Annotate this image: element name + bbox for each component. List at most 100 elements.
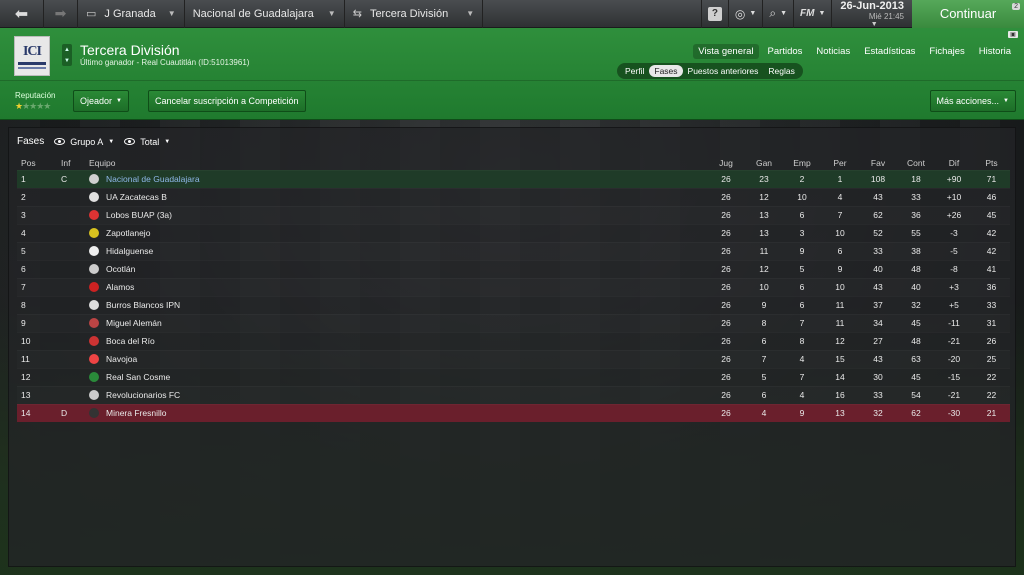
back-button[interactable]: ⬅ bbox=[0, 0, 44, 28]
team-name[interactable]: Revolucionarios FC bbox=[106, 390, 180, 400]
team-name-cell[interactable]: Miguel Alemán bbox=[85, 314, 707, 332]
cell-emp: 6 bbox=[783, 206, 821, 224]
cell-pos: 12 bbox=[17, 368, 57, 386]
cell-pos: 7 bbox=[17, 278, 57, 296]
team-crest-icon bbox=[89, 264, 99, 274]
team-name[interactable]: Zapotlanejo bbox=[106, 228, 150, 238]
cell-emp: 7 bbox=[783, 368, 821, 386]
column-header[interactable]: Jug bbox=[707, 156, 745, 170]
table-row[interactable]: 10 Boca del Río 26 6 8 12 27 48 -21 26 bbox=[17, 332, 1010, 350]
team-name[interactable]: Lobos BUAP (3a) bbox=[106, 210, 172, 220]
column-header[interactable]: Per bbox=[821, 156, 859, 170]
breadcrumb-club[interactable]: Nacional de Guadalajara ▼ bbox=[185, 0, 345, 28]
continue-button[interactable]: Continuar 2 bbox=[912, 0, 1024, 28]
column-header[interactable]: Fav bbox=[859, 156, 897, 170]
table-row[interactable]: 2 UA Zacatecas B 26 12 10 4 43 33 +10 46 bbox=[17, 188, 1010, 206]
team-name[interactable]: Nacional de Guadalajara bbox=[106, 174, 200, 184]
cell-pos: 11 bbox=[17, 350, 57, 368]
column-header[interactable]: Cont bbox=[897, 156, 935, 170]
fm-menu-button[interactable]: FM ▼ bbox=[793, 0, 831, 28]
breadcrumb-manager[interactable]: ▭ J Granada ▼ bbox=[78, 0, 185, 28]
team-name[interactable]: Real San Cosme bbox=[106, 372, 170, 382]
team-name-cell[interactable]: Nacional de Guadalajara bbox=[85, 170, 707, 188]
table-row[interactable]: 4 Zapotlanejo 26 13 3 10 52 55 -3 42 bbox=[17, 224, 1010, 242]
table-row[interactable]: 9 Miguel Alemán 26 8 7 11 34 45 -11 31 bbox=[17, 314, 1010, 332]
cell-pts: 26 bbox=[973, 332, 1010, 350]
team-name[interactable]: Boca del Río bbox=[106, 336, 155, 346]
column-header[interactable]: Pos bbox=[17, 156, 57, 170]
team-name-cell[interactable]: Lobos BUAP (3a) bbox=[85, 206, 707, 224]
column-header[interactable]: Inf bbox=[57, 156, 85, 170]
cell-fav: 62 bbox=[859, 206, 897, 224]
tab-partidos[interactable]: Partidos bbox=[763, 44, 808, 59]
table-row[interactable]: 5 Hidalguense 26 11 9 6 33 38 -5 42 bbox=[17, 242, 1010, 260]
column-header[interactable]: Dif bbox=[935, 156, 973, 170]
team-name-cell[interactable]: Zapotlanejo bbox=[85, 224, 707, 242]
cell-dif: +3 bbox=[935, 278, 973, 296]
search-button[interactable]: ⌕ ▼ bbox=[762, 0, 793, 28]
continue-badge: 2 bbox=[1012, 2, 1020, 10]
tab-historia[interactable]: Historia bbox=[974, 44, 1016, 59]
subtab-perfil[interactable]: Perfil bbox=[620, 65, 649, 77]
more-actions-button[interactable]: Más acciones... ▼ bbox=[929, 90, 1016, 112]
team-name[interactable]: Ocotlán bbox=[106, 264, 135, 274]
cancel-subscription-button[interactable]: Cancelar suscripción a Competición bbox=[148, 90, 306, 112]
date-display[interactable]: 26-Jun-2013 Mié 21:45 ▼ bbox=[831, 0, 912, 28]
globe-button[interactable]: ◎ ▼ bbox=[727, 0, 762, 28]
help-button[interactable]: ? bbox=[700, 0, 728, 28]
table-row[interactable]: 7 Alamos 26 10 6 10 43 40 +3 36 bbox=[17, 278, 1010, 296]
team-name-cell[interactable]: Minera Fresnillo bbox=[85, 404, 707, 422]
table-row[interactable]: 6 Ocotlán 26 12 5 9 40 48 -8 41 bbox=[17, 260, 1010, 278]
cell-emp: 7 bbox=[783, 314, 821, 332]
team-name-cell[interactable]: UA Zacatecas B bbox=[85, 188, 707, 206]
table-row[interactable]: 13 Revolucionarios FC 26 6 4 16 33 54 -21 22 bbox=[17, 386, 1010, 404]
team-name-cell[interactable]: Revolucionarios FC bbox=[85, 386, 707, 404]
eye-icon bbox=[54, 138, 66, 145]
switch-competition-arrows[interactable]: ▲ ▼ bbox=[62, 44, 72, 66]
column-header[interactable]: Emp bbox=[783, 156, 821, 170]
team-name[interactable]: Alamos bbox=[106, 282, 134, 292]
team-name[interactable]: Navojoa bbox=[106, 354, 137, 364]
chevron-up-icon: ▲ bbox=[64, 46, 70, 53]
team-name-cell[interactable]: Hidalguense bbox=[85, 242, 707, 260]
column-header[interactable]: Equipo bbox=[85, 156, 707, 170]
table-row[interactable]: 3 Lobos BUAP (3a) 26 13 6 7 62 36 +26 45 bbox=[17, 206, 1010, 224]
subtab-reglas[interactable]: Reglas bbox=[763, 65, 799, 77]
team-name[interactable]: Hidalguense bbox=[106, 246, 153, 256]
chevron-down-icon: ▼ bbox=[64, 57, 70, 64]
column-header[interactable]: Gan bbox=[745, 156, 783, 170]
cell-inf bbox=[57, 242, 85, 260]
cell-dif: +5 bbox=[935, 296, 973, 314]
competition-header: ICI ▲ ▼ Tercera División Último ganador … bbox=[0, 28, 1024, 120]
team-name-cell[interactable]: Real San Cosme bbox=[85, 368, 707, 386]
table-row[interactable]: 14 D Minera Fresnillo 26 4 9 13 32 62 -30 21 bbox=[17, 404, 1010, 422]
team-name[interactable]: Minera Fresnillo bbox=[106, 408, 166, 418]
subtab-puestos-anteriores[interactable]: Puestos anteriores bbox=[683, 65, 764, 77]
table-row[interactable]: 12 Real San Cosme 26 5 7 14 30 45 -15 22 bbox=[17, 368, 1010, 386]
cell-per: 11 bbox=[821, 296, 859, 314]
tab-fichajes[interactable]: Fichajes bbox=[924, 44, 969, 59]
subtab-fases[interactable]: Fases bbox=[649, 65, 683, 77]
table-row[interactable]: 8 Burros Blancos IPN 26 9 6 11 37 32 +5 33 bbox=[17, 296, 1010, 314]
team-name-cell[interactable]: Alamos bbox=[85, 278, 707, 296]
team-name-cell[interactable]: Burros Blancos IPN bbox=[85, 296, 707, 314]
team-name-cell[interactable]: Ocotlán bbox=[85, 260, 707, 278]
group-selector[interactable]: Grupo A ▼ bbox=[54, 137, 114, 147]
forward-button[interactable]: ➡ bbox=[44, 0, 78, 28]
team-name-cell[interactable]: Navojoa bbox=[85, 350, 707, 368]
tab-estadisticas[interactable]: Estadísticas bbox=[859, 44, 920, 59]
tab-noticias[interactable]: Noticias bbox=[811, 44, 855, 59]
breadcrumb-competition[interactable]: ⇆ Tercera División ▼ bbox=[345, 0, 484, 28]
view-selector[interactable]: Total ▼ bbox=[124, 137, 170, 147]
column-header[interactable]: Pts bbox=[973, 156, 1010, 170]
table-row[interactable]: 1 C Nacional de Guadalajara 26 23 2 1 108 18 +90 7… bbox=[17, 170, 1010, 188]
tab-vista-general[interactable]: Vista general bbox=[693, 44, 759, 59]
scout-button[interactable]: Ojeador ▼ bbox=[73, 90, 129, 112]
team-name[interactable]: Miguel Alemán bbox=[106, 318, 162, 328]
window-icon[interactable]: ▣ bbox=[1008, 31, 1018, 38]
cell-jug: 26 bbox=[707, 170, 745, 188]
team-name[interactable]: Burros Blancos IPN bbox=[106, 300, 180, 310]
table-row[interactable]: 11 Navojoa 26 7 4 15 43 63 -20 25 bbox=[17, 350, 1010, 368]
team-name[interactable]: UA Zacatecas B bbox=[106, 192, 167, 202]
team-name-cell[interactable]: Boca del Río bbox=[85, 332, 707, 350]
